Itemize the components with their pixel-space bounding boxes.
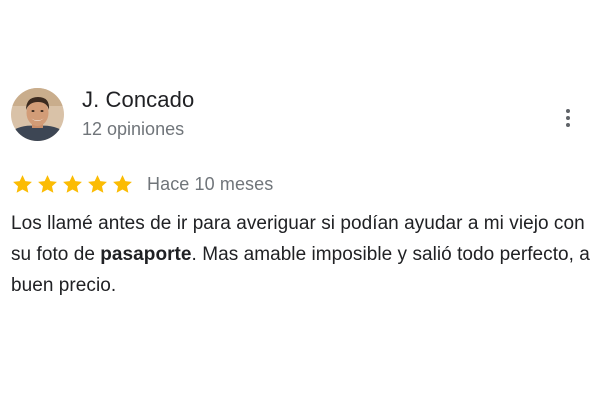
reviewer-review-count[interactable]: 12 opiniones	[82, 119, 184, 140]
star-icon	[88, 174, 107, 193]
more-vertical-icon-dot	[566, 123, 570, 127]
star-rating	[11, 173, 134, 196]
more-vertical-icon-dot	[566, 116, 570, 120]
star-icon	[13, 174, 32, 193]
star-icon	[113, 174, 132, 193]
reviewer-name[interactable]: J. Concado	[82, 87, 194, 113]
review-card: J. Concado 12 opiniones Hace 10 meses Lo…	[0, 0, 600, 400]
rating-row: Hace 10 meses	[11, 170, 273, 198]
star-icon	[38, 174, 57, 193]
more-vertical-icon	[566, 109, 570, 113]
star-icon	[63, 174, 82, 193]
review-text-highlight: pasaporte	[100, 244, 192, 265]
more-options-button[interactable]	[556, 104, 580, 132]
review-text: Los llamé antes de ir para averiguar si …	[11, 208, 591, 301]
reviewer-avatar[interactable]	[11, 88, 64, 141]
review-date: Hace 10 meses	[147, 173, 274, 194]
avatar-photo-icon	[11, 88, 64, 141]
